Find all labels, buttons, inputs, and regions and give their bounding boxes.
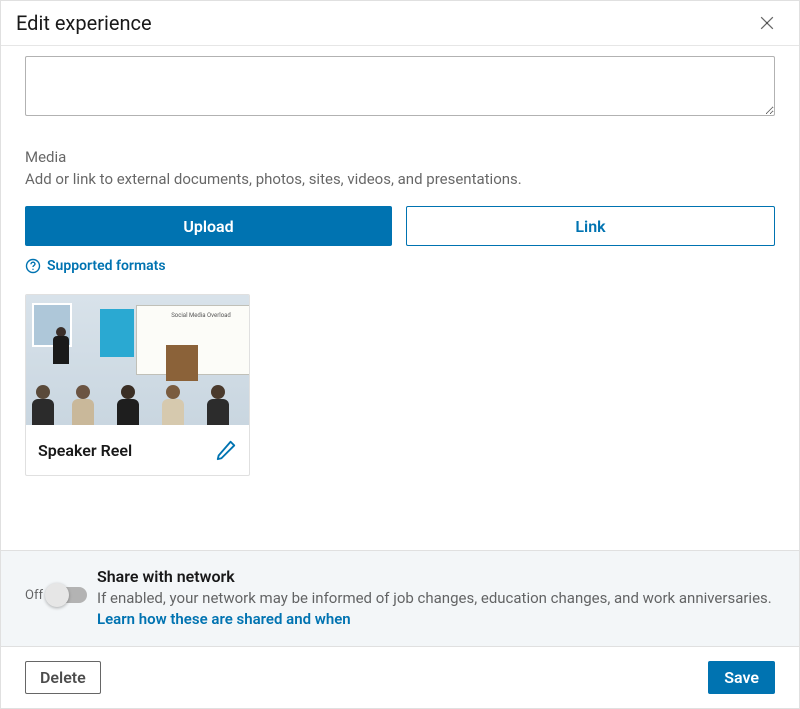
pencil-icon[interactable] — [215, 439, 237, 461]
share-description: If enabled, your network may be informed… — [97, 588, 775, 630]
close-button[interactable] — [755, 11, 779, 35]
toggle-knob — [45, 583, 69, 607]
media-thumbnail[interactable]: Social Media Overload — [26, 295, 249, 425]
modal-title: Edit experience — [16, 11, 152, 35]
media-buttons: Upload Link — [25, 206, 775, 246]
help-icon — [25, 258, 41, 274]
media-card-title: Speaker Reel — [38, 441, 132, 460]
modal-footer: Delete Save — [1, 647, 799, 708]
supported-formats-link[interactable]: Supported formats — [25, 258, 166, 274]
delete-button[interactable]: Delete — [25, 661, 101, 694]
description-textarea[interactable] — [25, 56, 775, 116]
learn-more-link[interactable]: Learn how these are shared and when — [97, 610, 351, 628]
modal-header: Edit experience — [1, 1, 799, 46]
close-icon — [757, 13, 777, 33]
media-helper-text: Add or link to external documents, photo… — [25, 170, 775, 188]
share-description-text: If enabled, your network may be informed… — [97, 589, 772, 607]
media-card: Social Media Overload Speaker Reel — [25, 294, 250, 476]
share-text-block: Share with network If enabled, your netw… — [97, 567, 775, 630]
upload-button[interactable]: Upload — [25, 206, 392, 246]
media-card-footer: Speaker Reel — [26, 425, 249, 475]
share-with-network-section: Off Share with network If enabled, your … — [1, 550, 799, 647]
link-button[interactable]: Link — [406, 206, 775, 246]
share-toggle-wrap: Off — [25, 587, 87, 603]
supported-formats-label: Supported formats — [47, 258, 166, 274]
media-label: Media — [25, 148, 775, 166]
share-toggle[interactable] — [47, 587, 87, 603]
toggle-state-label: Off — [25, 588, 43, 603]
edit-experience-modal: Edit experience Media Add or link to ext… — [0, 0, 800, 709]
media-section: Media Add or link to external documents,… — [25, 148, 775, 476]
modal-body: Media Add or link to external documents,… — [1, 46, 799, 550]
share-title: Share with network — [97, 567, 775, 586]
save-button[interactable]: Save — [708, 661, 775, 694]
